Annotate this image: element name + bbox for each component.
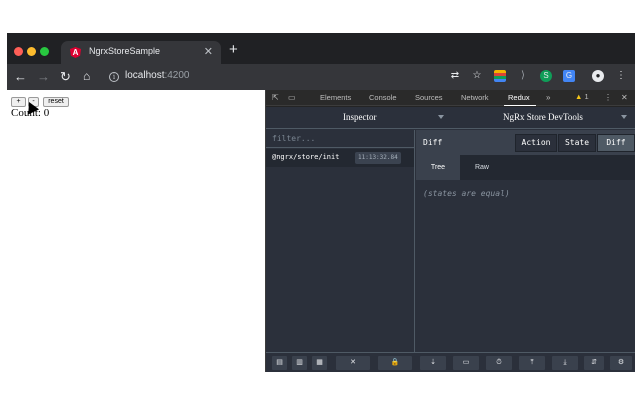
extension-translate-icon[interactable]: G: [563, 70, 575, 82]
angular-favicon-icon: A: [70, 47, 81, 58]
keyboard-icon[interactable]: ▭: [453, 356, 479, 370]
remote-icon[interactable]: ⇵: [584, 356, 604, 370]
chart-monitor-icon[interactable]: ▥: [292, 356, 307, 370]
diff-tab-button[interactable]: Diff: [597, 134, 635, 152]
inspect-element-icon[interactable]: ⇱: [272, 93, 279, 102]
lock-icon[interactable]: 🔒: [378, 356, 412, 370]
maximize-window-button[interactable]: [40, 47, 49, 56]
page-viewport: + - reset Count: 0 ⇱ ▭ Elements Console …: [7, 90, 635, 372]
browser-toolbar: ← → ↻ ⌂ i localhost:4200 ⇄ ☆ ⟩ S G ● ⋮: [7, 64, 635, 90]
inspector-pane: Diff Action State Diff Tree Raw (states …: [416, 130, 635, 352]
minimize-window-button[interactable]: [27, 47, 36, 56]
profile-avatar-icon[interactable]: ●: [592, 70, 604, 82]
settings-gear-icon[interactable]: ⚙: [610, 356, 632, 370]
tab-sources[interactable]: Sources: [415, 93, 443, 102]
address-bar[interactable]: i localhost:4200: [103, 67, 445, 87]
devtools-panel: ⇱ ▭ Elements Console Sources Network Red…: [265, 90, 635, 372]
desktop-frame: A NgrxStoreSample ✕ + ← → ↻ ⌂ i localhos…: [0, 0, 640, 400]
monitor-caret-icon[interactable]: [438, 115, 444, 119]
tab-console[interactable]: Console: [369, 93, 397, 102]
action-list-item[interactable]: @ngrx/store/init 11:13:32.84: [266, 149, 414, 167]
forward-arrow-icon[interactable]: →: [37, 69, 50, 84]
instance-select[interactable]: NgRx Store DevTools: [503, 112, 583, 122]
warning-badge[interactable]: ▲ 1: [575, 92, 589, 101]
favicon-letter: A: [72, 48, 79, 57]
tab-network[interactable]: Network: [461, 93, 489, 102]
reload-icon[interactable]: ↻: [60, 69, 71, 84]
log-monitor-icon[interactable]: ▤: [272, 356, 287, 370]
action-timestamp: 11:13:32.84: [355, 152, 401, 164]
close-window-button[interactable]: [14, 47, 23, 56]
browser-tab[interactable]: A NgrxStoreSample ✕: [61, 41, 221, 64]
state-tab-button[interactable]: State: [558, 134, 596, 152]
action-list-pane: filter... @ngrx/store/init 11:13:32.84: [266, 130, 415, 352]
action-name: @ngrx/store/init: [272, 153, 340, 161]
inspector-title: Diff: [423, 138, 443, 147]
back-arrow-icon[interactable]: ←: [14, 69, 27, 84]
devtools-tab-bar: ⇱ ▭ Elements Console Sources Network Red…: [266, 90, 635, 106]
diff-message: (states are equal): [423, 189, 510, 198]
download-icon[interactable]: ⤓: [552, 356, 578, 370]
device-toolbar-icon[interactable]: ▭: [288, 93, 296, 102]
devtools-menu-icon[interactable]: ⋮: [604, 93, 612, 102]
tab-strip: A NgrxStoreSample ✕ +: [7, 33, 635, 64]
redux-bottom-toolbar: ▤ ▥ ▦ ✕ 🔒 ⇣ ▭ ⏱ ⤒ ⤓ ⇵ ⚙: [266, 352, 635, 372]
tab-redux[interactable]: Redux: [508, 93, 530, 102]
redux-header: Inspector NgRx Store DevTools: [266, 107, 635, 129]
browser-menu-icon[interactable]: ⋮: [615, 70, 627, 82]
upload-icon[interactable]: ⤒: [519, 356, 545, 370]
reset-button[interactable]: reset: [43, 97, 69, 107]
browser-window: A NgrxStoreSample ✕ + ← → ↻ ⌂ i localhos…: [7, 33, 635, 372]
monitor-select[interactable]: Inspector: [343, 112, 377, 122]
url-text: localhost:4200: [125, 70, 190, 81]
instance-caret-icon[interactable]: [621, 115, 627, 119]
active-tab-indicator: [504, 105, 536, 106]
extension-green-icon[interactable]: S: [540, 70, 552, 82]
more-tabs-icon[interactable]: »: [546, 93, 550, 102]
redux-devtools: Inspector NgRx Store DevTools filter... …: [266, 107, 635, 372]
pin-icon[interactable]: ⇣: [420, 356, 446, 370]
bookmark-star-icon[interactable]: ☆: [471, 70, 483, 82]
site-info-icon[interactable]: i: [109, 72, 119, 82]
reset-icon[interactable]: ✕: [336, 356, 370, 370]
url-port: :4200: [164, 70, 190, 81]
tab-title: NgrxStoreSample: [89, 46, 161, 56]
extension-arrow-icon[interactable]: ⟩: [517, 70, 529, 82]
filter-input[interactable]: filter...: [266, 130, 414, 148]
app-content: + - reset Count: 0: [7, 90, 265, 372]
action-tab-button[interactable]: Action: [515, 134, 557, 152]
count-display: Count: 0: [11, 107, 50, 119]
translate-icon[interactable]: ⇄: [449, 70, 461, 82]
devtools-close-icon[interactable]: ✕: [621, 93, 628, 102]
warning-triangle-icon: ▲: [575, 92, 583, 101]
new-tab-button[interactable]: +: [229, 42, 238, 58]
grid-monitor-icon[interactable]: ▦: [312, 356, 327, 370]
tab-close-icon[interactable]: ✕: [204, 45, 213, 58]
url-host: localhost: [125, 70, 165, 81]
tree-subtab[interactable]: Tree: [416, 155, 460, 180]
warning-count: 1: [584, 92, 589, 101]
extension-redux-icon[interactable]: [494, 70, 506, 82]
timer-icon[interactable]: ⏱: [486, 356, 512, 370]
inspector-header: Diff Action State Diff: [416, 130, 635, 155]
view-subtabs: Tree Raw: [416, 155, 635, 180]
home-icon[interactable]: ⌂: [83, 69, 90, 84]
raw-subtab[interactable]: Raw: [460, 155, 504, 180]
tab-elements[interactable]: Elements: [320, 93, 351, 102]
